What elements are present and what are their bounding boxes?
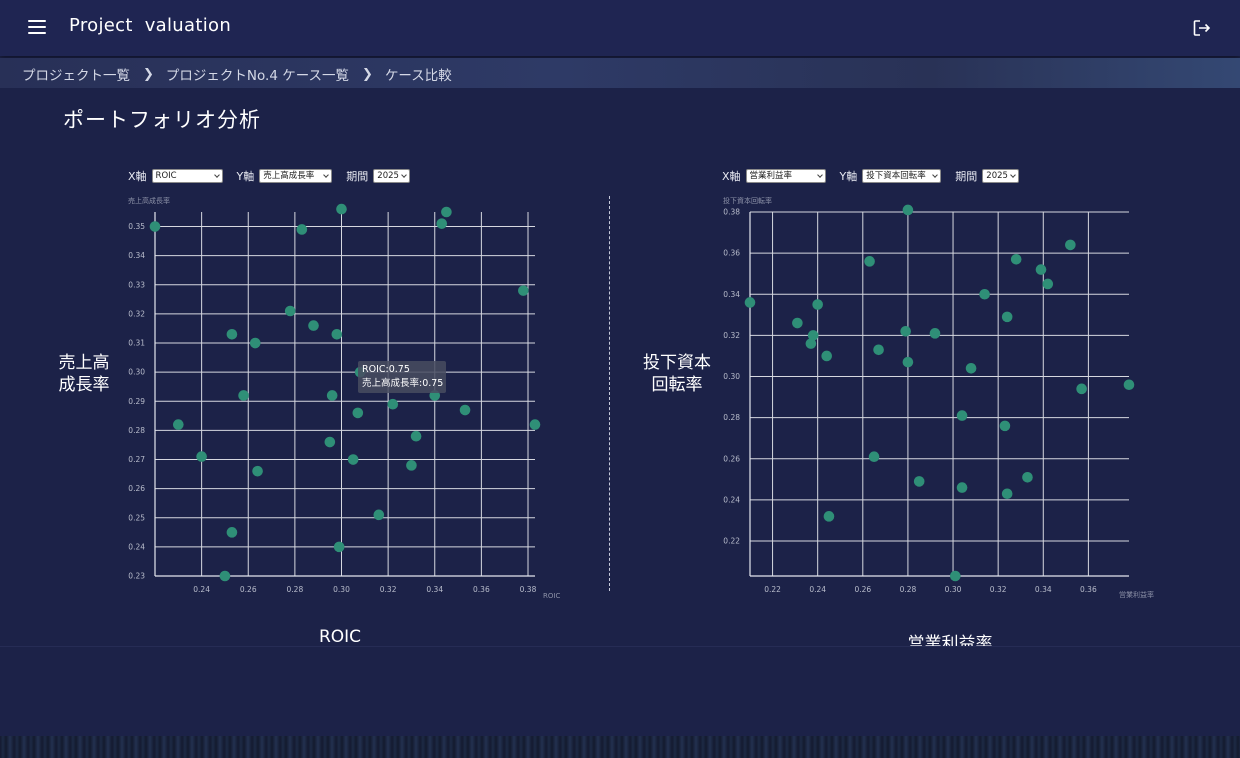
chart-controls-left: X軸 ROIC Y軸 売上高成長率 期間 2025 <box>128 168 424 184</box>
app-title: Project valuation <box>69 15 232 36</box>
breadcrumb-project-list[interactable]: プロジェクト一覧 <box>22 64 130 84</box>
x-axis-select[interactable]: 営業利益率 <box>745 169 826 183</box>
chart-panel-right: X軸 営業利益率 Y軸 投下資本回転率 期間 2025 <box>722 160 1172 605</box>
x-axis-label: X軸 <box>722 170 741 183</box>
breadcrumb-case-compare: ケース比較 <box>384 68 452 84</box>
period-label: 期間 <box>346 170 369 183</box>
y-axis-label: Y軸 <box>236 170 255 183</box>
breadcrumb-case-list[interactable]: プロジェクトNo.4 ケース一覧 <box>166 64 349 84</box>
bottom-card <box>0 646 1240 737</box>
x-axis-label: X軸 <box>128 170 147 183</box>
breadcrumb: プロジェクト一覧 ❯ プロジェクトNo.4 ケース一覧 ❯ ケース比較 <box>22 64 452 85</box>
period-select[interactable]: 2025 <box>982 169 1020 183</box>
chart-panel-left: X軸 ROIC Y軸 売上高成長率 期間 2025 <box>128 160 578 605</box>
logout-icon[interactable] <box>1192 18 1212 38</box>
page-title: ポートフォリオ分析 <box>63 108 261 132</box>
tooltip-line-x: ROIC:0.75 <box>362 364 410 375</box>
footer-background <box>0 736 1240 758</box>
breadcrumb-bar: プロジェクト一覧 ❯ プロジェクトNo.4 ケース一覧 ❯ ケース比較 <box>0 58 1240 88</box>
chart-controls-right: X軸 営業利益率 Y軸 投下資本回転率 期間 2025 <box>722 168 1033 184</box>
period-label: 期間 <box>955 170 978 183</box>
tooltip-line-y: 売上高成長率:0.75 <box>362 378 444 389</box>
y-axis-title-left: 売上高 成長率 <box>58 353 110 395</box>
period-select[interactable]: 2025 <box>373 169 411 183</box>
x-axis-select[interactable]: ROIC <box>151 169 223 183</box>
menu-icon[interactable] <box>28 18 48 34</box>
y-axis-select[interactable]: 投下資本回転率 <box>862 169 942 183</box>
panel-divider <box>609 196 610 591</box>
y-axis-label: Y軸 <box>839 170 858 183</box>
y-axis-title-right: 投下資本 回転率 <box>643 353 711 395</box>
y-axis-select[interactable]: 売上高成長率 <box>259 169 333 183</box>
chevron-right-icon: ❯ <box>362 66 373 82</box>
chart-tooltip: ROIC:0.75 売上高成長率:0.75 <box>358 361 446 393</box>
x-axis-title-left: ROIC <box>318 627 362 647</box>
app-bar: Project valuation <box>0 0 1240 56</box>
chevron-right-icon: ❯ <box>143 66 154 82</box>
